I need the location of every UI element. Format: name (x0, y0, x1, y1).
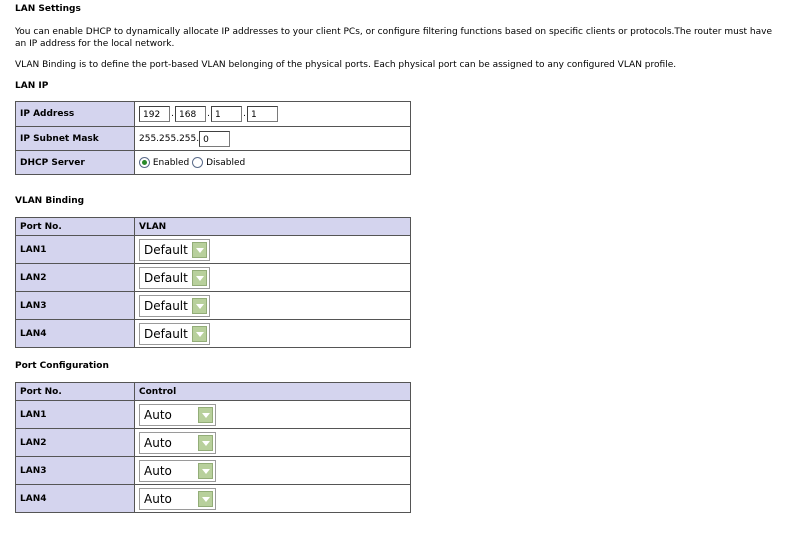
vlan-port-lan4: LAN4 (15, 319, 135, 348)
subnet-mask-label: IP Subnet Mask (15, 126, 135, 151)
vlan-select-lan1[interactable]: Default (139, 238, 210, 261)
vlan-binding-table: Port No. VLAN LAN1 Default LAN2 Default … (15, 217, 411, 348)
dhcp-enabled-label[interactable]: Enabled (153, 158, 189, 168)
port-lan1: LAN1 (15, 400, 135, 429)
vlan-port-lan2: LAN2 (15, 263, 135, 292)
port-config-table: Port No. Control LAN1 Auto LAN2 Auto LAN… (15, 382, 411, 513)
dhcp-disabled-label[interactable]: Disabled (206, 158, 245, 168)
ip-octet-3-input[interactable]: 1 (211, 106, 242, 122)
vlan-port-lan3: LAN3 (15, 291, 135, 320)
table-row: LAN1 Default (15, 235, 411, 264)
port-col-port: Port No. (15, 382, 135, 401)
ip-octet-2-input[interactable]: 168 (175, 106, 206, 122)
dhcp-cell: Enabled Disabled (134, 150, 411, 175)
table-row: LAN3 Auto (15, 456, 411, 485)
page-title: LAN Settings (15, 4, 81, 14)
port-lan2: LAN2 (15, 428, 135, 457)
vlan-port-lan1: LAN1 (15, 235, 135, 264)
chevron-down-icon[interactable] (192, 325, 207, 342)
chevron-down-icon[interactable] (198, 462, 213, 479)
vlan-select-lan4[interactable]: Default (139, 322, 210, 345)
ip-octet-4-input[interactable]: 1 (247, 106, 278, 122)
vlan-header-row: Port No. VLAN (15, 217, 411, 236)
dhcp-disabled-radio[interactable] (192, 157, 204, 168)
table-row: LAN1 Auto (15, 400, 411, 429)
subnet-prefix: 255.255.255. (139, 133, 200, 144)
vlan-binding-title: VLAN Binding (15, 196, 85, 206)
intro-text: You can enable DHCP to dynamically alloc… (15, 27, 772, 49)
dhcp-enabled-radio[interactable] (139, 157, 150, 168)
control-select-lan1[interactable]: Auto (139, 403, 216, 426)
chevron-down-icon[interactable] (198, 490, 213, 507)
vlan-intro-text: VLAN Binding is to define the port-based… (15, 60, 677, 70)
chevron-down-icon[interactable] (192, 297, 207, 314)
port-col-control: Control (134, 382, 411, 401)
ip-address-cell: 192. 168. 1. 1 (134, 101, 411, 127)
chevron-down-icon[interactable] (198, 406, 213, 423)
lan-ip-table: IP Address 192. 168. 1. 1 IP Subnet Mask 25… (15, 101, 411, 175)
control-select-lan2[interactable]: Auto (139, 431, 216, 454)
dhcp-row: DHCP Server Enabled Disabled (15, 150, 411, 175)
subnet-mask-cell: 255.255.255. 0 (134, 126, 411, 151)
vlan-select-lan3[interactable]: Default (139, 294, 210, 317)
vlan-select-lan2[interactable]: Default (139, 266, 210, 289)
port-header-row: Port No. Control (15, 382, 411, 401)
table-row: LAN4 Default (15, 319, 411, 348)
port-lan4: LAN4 (15, 484, 135, 513)
table-row: LAN3 Default (15, 291, 411, 320)
subnet-last-input[interactable]: 0 (199, 130, 231, 147)
table-row: LAN2 Auto (15, 428, 411, 457)
control-select-lan3[interactable]: Auto (139, 459, 216, 482)
port-lan3: LAN3 (15, 456, 135, 485)
chevron-down-icon[interactable] (192, 269, 207, 286)
control-select-lan4[interactable]: Auto (139, 487, 216, 510)
vlan-col-port: Port No. (15, 217, 135, 236)
port-config-title: Port Configuration (15, 361, 109, 371)
table-row: LAN4 Auto (15, 484, 411, 513)
ip-address-row: IP Address 192. 168. 1. 1 (15, 101, 411, 127)
subnet-mask-row: IP Subnet Mask 255.255.255. 0 (15, 126, 411, 151)
vlan-col-vlan: VLAN (134, 217, 411, 236)
ip-address-label: IP Address (15, 101, 135, 127)
lan-ip-title: LAN IP (15, 81, 49, 91)
chevron-down-icon[interactable] (192, 241, 207, 258)
ip-octet-1-input[interactable]: 192 (139, 106, 170, 122)
dhcp-server-label: DHCP Server (15, 150, 135, 175)
chevron-down-icon[interactable] (198, 434, 213, 451)
table-row: LAN2 Default (15, 263, 411, 292)
